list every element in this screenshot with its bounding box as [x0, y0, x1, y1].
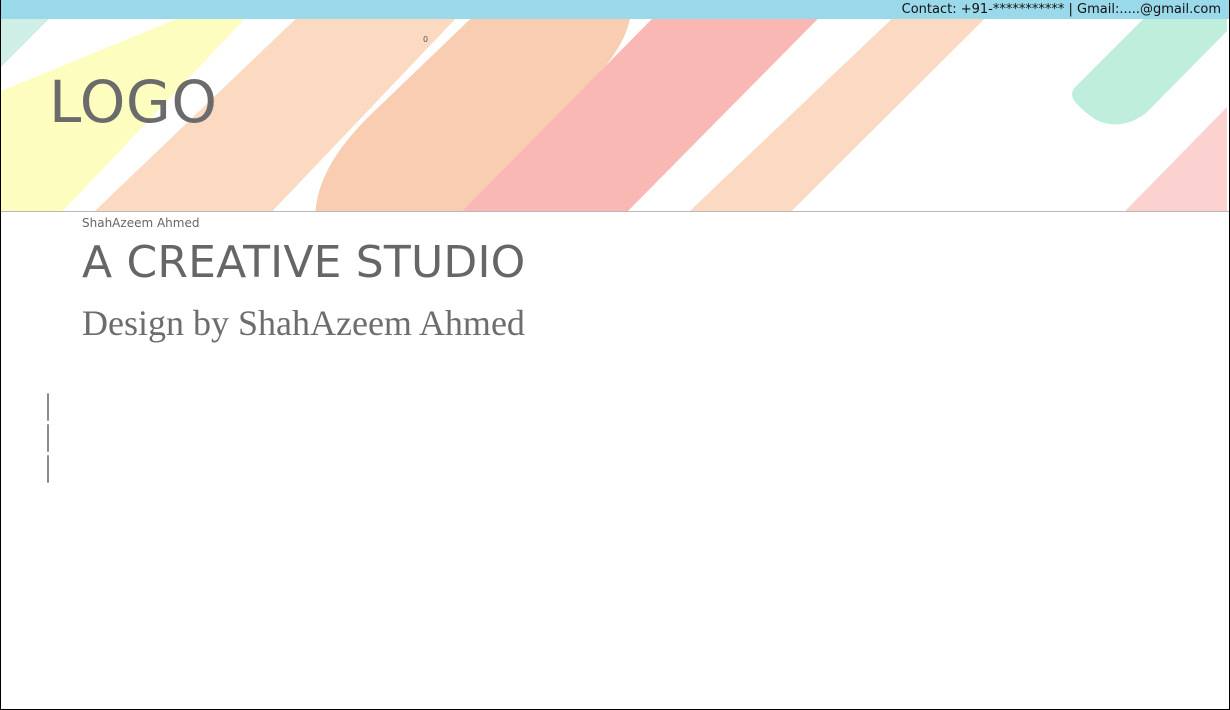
hero-banner: 0 LOGO [1, 19, 1229, 212]
page: Contact: +91-*********** | Gmail:.....@g… [0, 0, 1230, 710]
page-title: A CREATIVE STUDIO [82, 237, 526, 288]
counter-text: 0 [423, 35, 429, 44]
author-name: ShahAzeem Ahmed [82, 216, 200, 230]
logo: LOGO [49, 68, 218, 136]
cursor-lines-icon [47, 393, 49, 485]
cursor-line-icon [47, 393, 49, 421]
cursor-line-icon [47, 455, 49, 483]
contact-info: Contact: +91-*********** | Gmail:.....@g… [901, 2, 1221, 17]
page-subtitle: Design by ShahAzeem Ahmed [82, 303, 525, 343]
topbar: Contact: +91-*********** | Gmail:.....@g… [1, 0, 1229, 19]
cursor-line-icon [47, 424, 49, 452]
